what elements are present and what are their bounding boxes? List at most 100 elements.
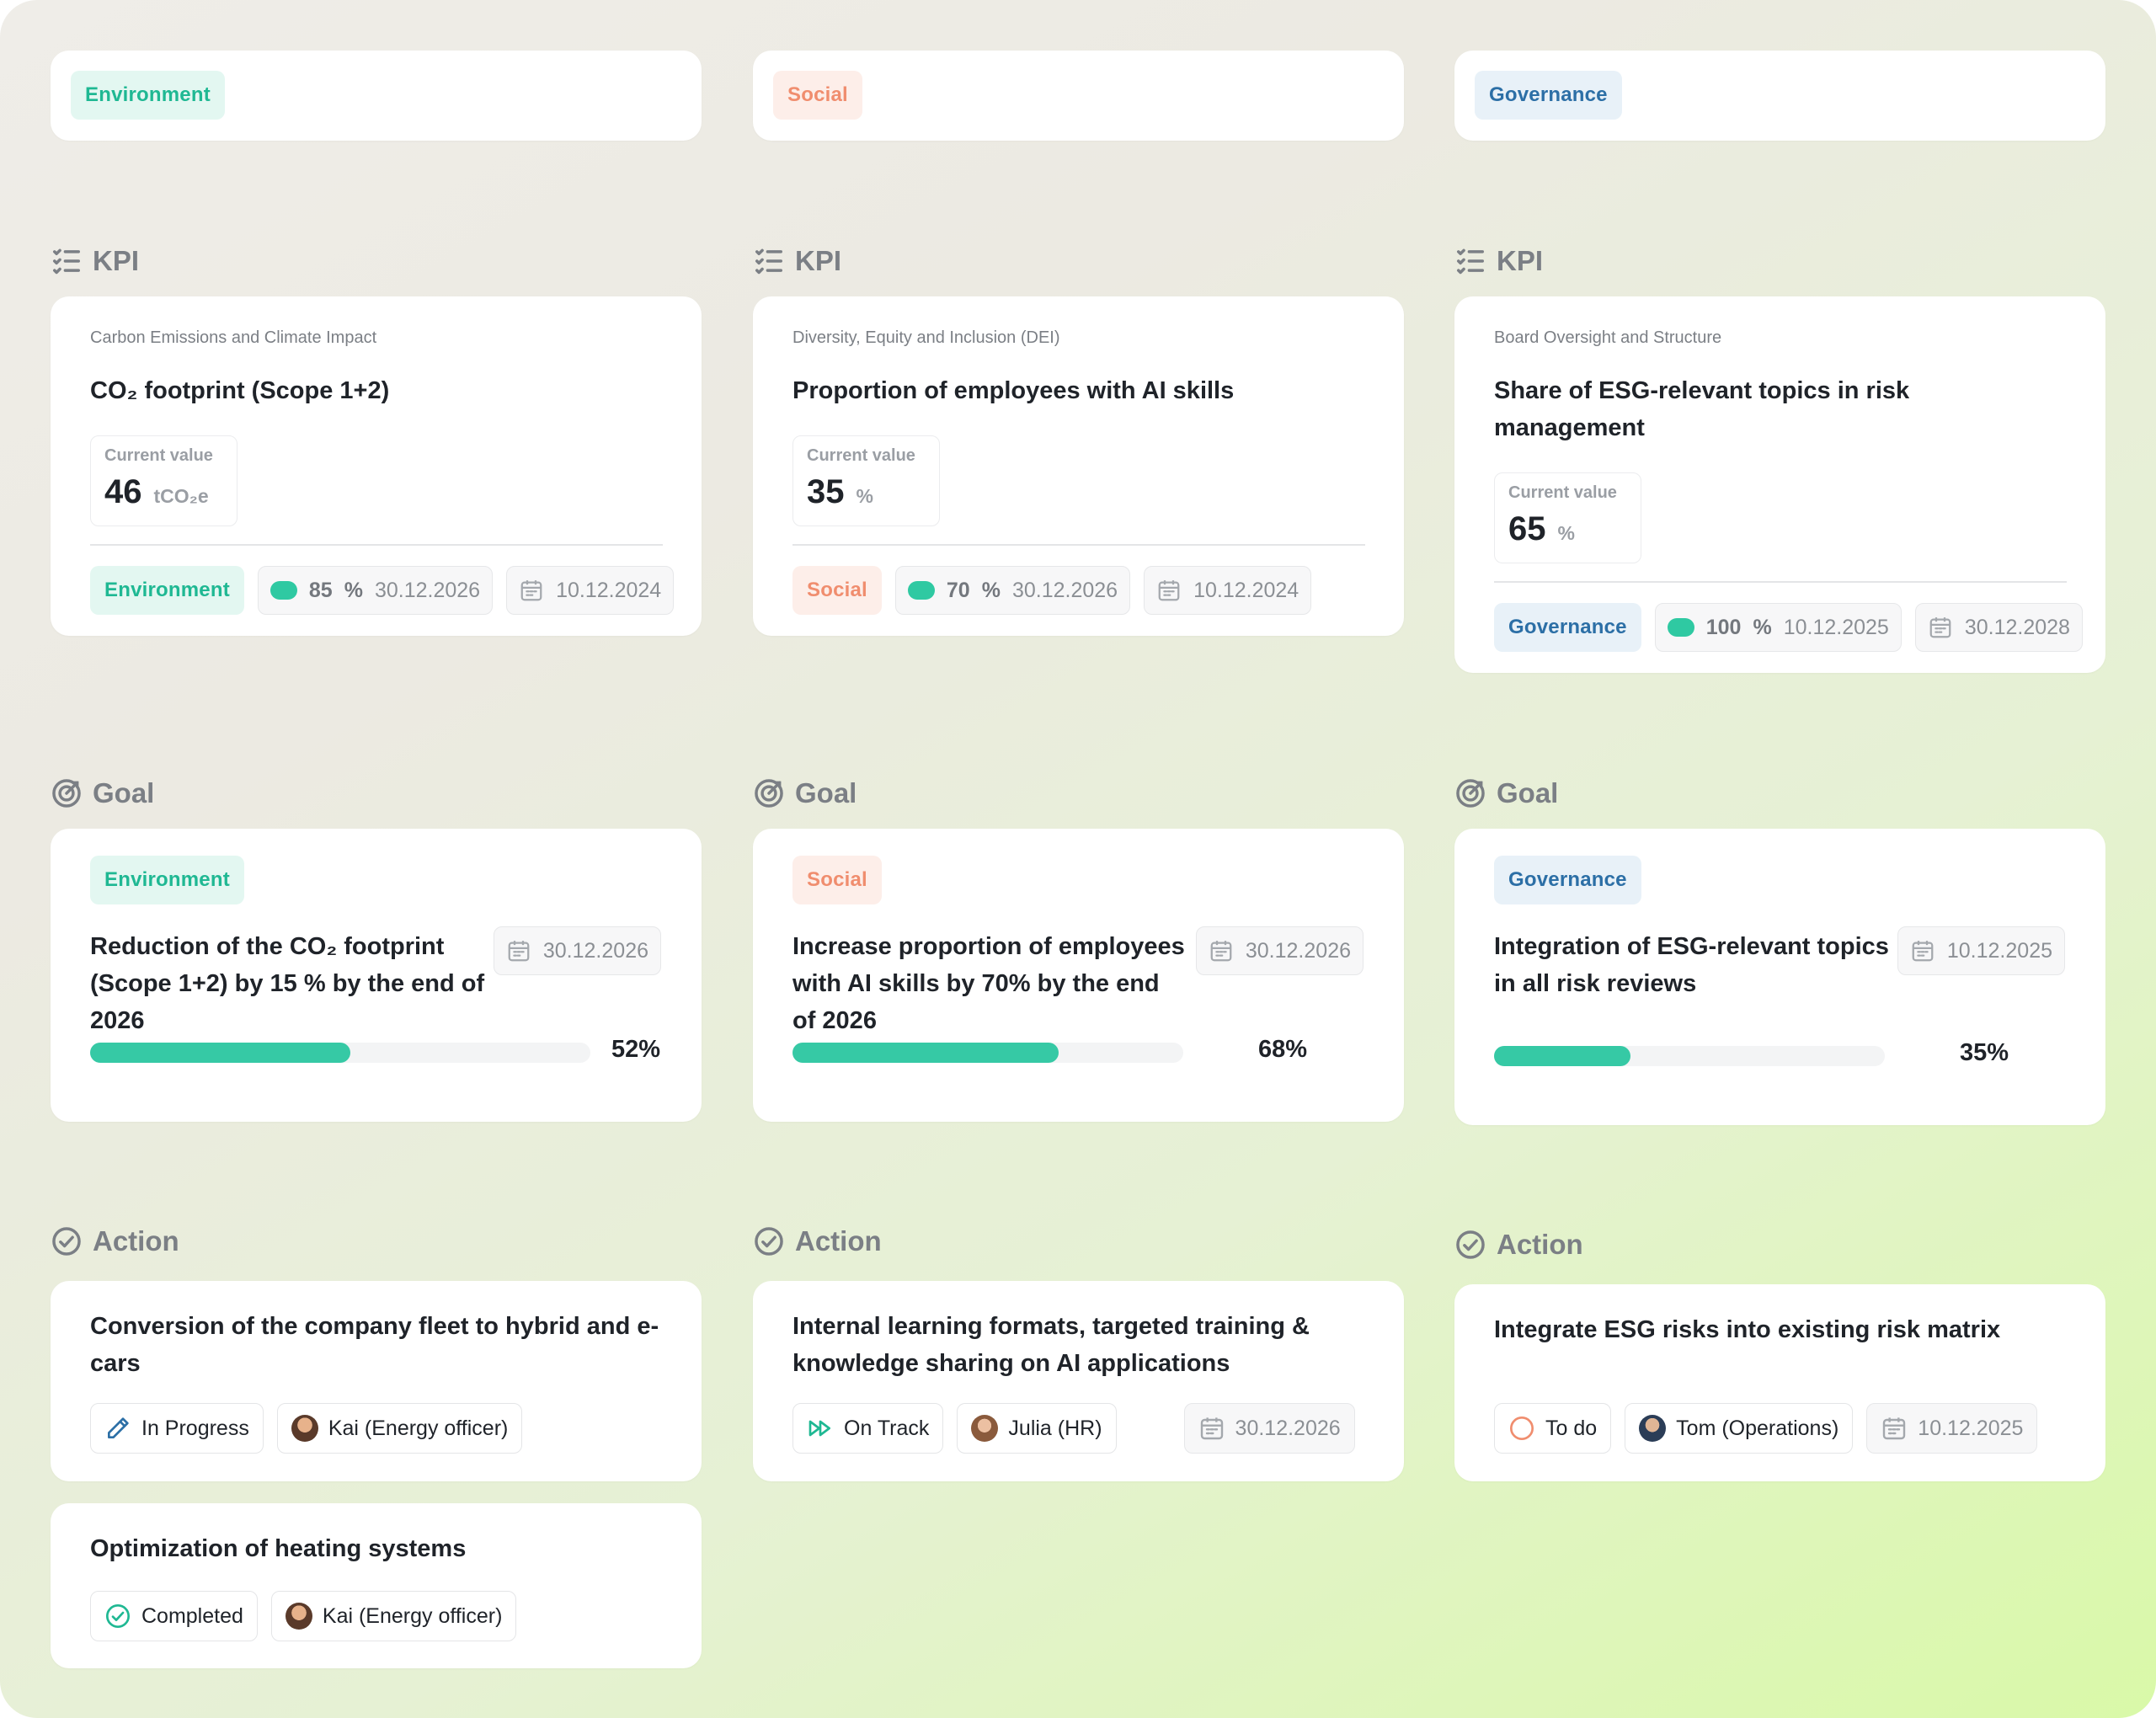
goal-progress-label: 35%: [1960, 1039, 2009, 1066]
action-status: In Progress: [141, 1416, 249, 1440]
action-card[interactable]: Optimization of heating systems Complete…: [51, 1503, 702, 1668]
fast-forward-icon: [808, 1420, 830, 1437]
action-status-chip[interactable]: Completed: [90, 1591, 258, 1641]
governance-header-card: Governance: [1454, 51, 2105, 141]
governance-pillar-tag[interactable]: Governance: [1475, 71, 1622, 120]
current-value: 46: [104, 473, 142, 510]
action-title: Conversion of the company fleet to hybri…: [90, 1313, 659, 1377]
action-status-chip[interactable]: On Track: [792, 1403, 944, 1454]
action-status-chip[interactable]: In Progress: [90, 1403, 264, 1454]
action-date-chip[interactable]: 10.12.2025: [1866, 1403, 2038, 1454]
goal-progress-fill: [792, 1043, 1059, 1063]
action-card[interactable]: Conversion of the company fleet to hybri…: [51, 1281, 702, 1481]
kpi-pillar-tag[interactable]: Environment: [90, 566, 244, 615]
target-icon: [52, 779, 81, 808]
checklist-icon: [53, 248, 80, 275]
check-circle-icon: [106, 1604, 130, 1628]
current-value: 65: [1508, 510, 1546, 547]
calendar-icon: [1929, 617, 1951, 638]
action-owner-chip[interactable]: Kai (Energy officer): [276, 1403, 523, 1454]
calendar-icon: [520, 580, 542, 601]
current-unit: %: [1557, 522, 1575, 544]
action-card[interactable]: Integrate ESG risks into existing risk m…: [1454, 1284, 2105, 1481]
current-value-label: Current value: [104, 446, 213, 465]
checklist-icon: [755, 248, 782, 275]
goal-date-pill[interactable]: 30.12.2026: [493, 926, 661, 975]
esg-board: Environment KPI Carbon Emissions and Cli…: [0, 0, 2156, 1718]
kpi-pillar-tag[interactable]: Governance: [1494, 603, 1641, 652]
kpi-pillar-tag[interactable]: Social: [792, 566, 882, 615]
calendar-icon: [1912, 941, 1934, 962]
kpi-target-pill[interactable]: 85 % 30.12.2026: [257, 566, 494, 615]
percent-sign: %: [344, 578, 363, 602]
action-owner-chip[interactable]: Tom (Operations): [1625, 1403, 1854, 1454]
action-owner: Kai (Energy officer): [328, 1416, 509, 1440]
avatar: [971, 1415, 999, 1442]
kpi-card[interactable]: Carbon Emissions and Climate Impact CO₂ …: [51, 296, 702, 636]
kpi-target-pill[interactable]: 100 % 10.12.2025: [1654, 603, 1902, 652]
goal-date-pill[interactable]: 10.12.2025: [1897, 926, 2065, 975]
target-percent: 100: [1705, 615, 1742, 639]
action-owner-chip[interactable]: Julia (HR): [957, 1403, 1117, 1454]
kpi-title: Share of ESG-relevant topics in risk man…: [1494, 377, 1910, 441]
status-dot-icon: [907, 581, 935, 600]
kpi-category: Diversity, Equity and Inclusion (DEI): [792, 328, 1060, 347]
current-unit: %: [856, 485, 873, 507]
percent-sign: %: [981, 578, 1001, 602]
kpi-section-label: KPI: [753, 244, 841, 278]
kpi-date-pill[interactable]: 30.12.2028: [1914, 603, 2083, 652]
kpi-title: CO₂ footprint (Scope 1+2): [90, 377, 390, 404]
social-pillar-tag[interactable]: Social: [773, 71, 862, 120]
goal-progress-fill: [90, 1043, 350, 1063]
kpi-date-pill[interactable]: 10.12.2024: [506, 566, 675, 615]
goal-section-label: Goal: [51, 776, 154, 810]
action-status-chip[interactable]: To do: [1494, 1403, 1612, 1454]
kpi-target-pill[interactable]: 70 % 30.12.2026: [894, 566, 1131, 615]
kpi-date-pill[interactable]: 10.12.2024: [1144, 566, 1312, 615]
action-owner: Julia (HR): [1008, 1416, 1102, 1440]
goal-progress-bar: [792, 1043, 1183, 1063]
goal-date-pill[interactable]: 30.12.2026: [1195, 926, 1364, 975]
environment-header-card: Environment: [51, 51, 702, 141]
action-status: To do: [1545, 1416, 1598, 1440]
calendar-icon: [508, 941, 530, 962]
action-date: 30.12.2026: [1235, 1416, 1341, 1440]
goal-card[interactable]: Governance Integration of ESG-relevant t…: [1454, 829, 2105, 1125]
status-dot-icon: [1667, 618, 1694, 637]
empty-circle-icon: [1510, 1417, 1534, 1440]
avatar: [285, 1603, 312, 1630]
goal-pillar-tag[interactable]: Governance: [1494, 856, 1641, 904]
target-date: 30.12.2026: [1011, 578, 1118, 602]
target-date: 30.12.2026: [374, 578, 481, 602]
kpi-card[interactable]: Diversity, Equity and Inclusion (DEI) Pr…: [753, 296, 1404, 636]
target-icon: [755, 779, 783, 808]
social-header-card: Social: [753, 51, 1404, 141]
action-section-text: Action: [795, 1225, 882, 1256]
goal-section-text: Goal: [93, 777, 155, 808]
goal-pillar-tag[interactable]: Social: [792, 856, 882, 904]
environment-pillar-tag[interactable]: Environment: [71, 71, 225, 120]
goal-pillar-tag[interactable]: Environment: [90, 856, 244, 904]
action-owner: Tom (Operations): [1676, 1416, 1839, 1440]
target-icon: [1456, 779, 1485, 808]
goal-card[interactable]: Social Increase proportion of employees …: [753, 829, 1404, 1122]
action-status: Completed: [141, 1603, 243, 1628]
goal-title: Reduction of the CO₂ footprint (Scope 1+…: [90, 933, 485, 1034]
action-date-chip[interactable]: 30.12.2026: [1183, 1403, 1355, 1454]
kpi-section-text: KPI: [795, 245, 842, 276]
kpi-title: Proportion of employees with AI skills: [792, 377, 1235, 404]
action-card[interactable]: Internal learning formats, targeted trai…: [753, 1281, 1404, 1481]
status-dot-icon: [270, 581, 297, 600]
action-owner: Kai (Energy officer): [322, 1603, 503, 1628]
action-status: On Track: [844, 1416, 930, 1440]
current-value: 35: [807, 473, 845, 510]
action-title: Integrate ESG risks into existing risk m…: [1494, 1316, 2001, 1343]
kpi-card[interactable]: Board Oversight and Structure Share of E…: [1454, 296, 2105, 673]
target-percent: 85: [308, 578, 333, 602]
goal-card[interactable]: Environment Reduction of the CO₂ footpri…: [51, 829, 702, 1122]
action-owner-chip[interactable]: Kai (Energy officer): [270, 1591, 517, 1641]
goal-section-text: Goal: [1497, 777, 1559, 808]
percent-sign: %: [1753, 615, 1772, 639]
current-value-label: Current value: [807, 446, 915, 465]
kpi-date: 10.12.2024: [556, 578, 662, 602]
